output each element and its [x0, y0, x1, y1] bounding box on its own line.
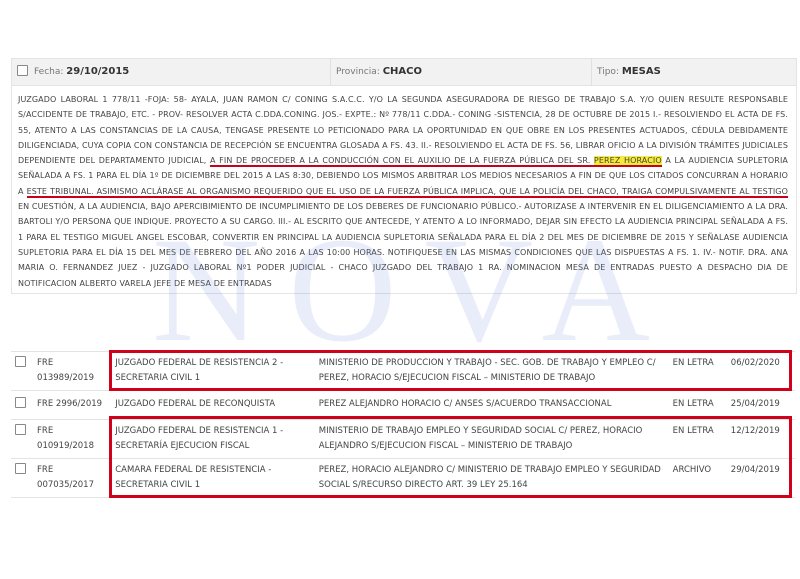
case-number: FRE 2996/2019	[33, 390, 112, 420]
case-title: MINISTERIO DE TRABAJO EMPLEO Y SEGURIDAD…	[314, 419, 669, 459]
case-status: EN LETRA	[668, 351, 727, 391]
case-number: FRE 013989/2019	[33, 351, 112, 391]
row-checkbox[interactable]	[15, 463, 26, 474]
case-status: EN LETRA	[668, 419, 727, 459]
row-checkbox[interactable]	[15, 424, 26, 435]
case-date: 12/12/2019	[726, 419, 795, 459]
notice-checkbox[interactable]	[17, 65, 28, 76]
court-notice-card: Fecha: 29/10/2015 Provincia: CHACO Tipo:…	[11, 58, 797, 294]
table-row[interactable]: FRE 010919/2018 JUZGADO FEDERAL DE RESIST…	[11, 419, 795, 459]
case-status: ARCHIVO	[668, 458, 727, 498]
underline-annotation-1: A FIN DE PROCEDER A LA CONDUCCIÓN CON EL…	[210, 156, 662, 168]
case-title: MINISTERIO DE PRODUCCION Y TRABAJO - SEC…	[314, 351, 669, 391]
province-value: CHACO	[382, 66, 422, 77]
type-field: Tipo: MESAS	[597, 66, 661, 77]
court-name: JUZGADO FEDERAL DE RESISTENCIA 1 - SECRET…	[111, 419, 315, 459]
row-checkbox[interactable]	[15, 397, 26, 408]
date-field: Fecha: 29/10/2015	[34, 66, 130, 77]
case-status: EN LETRA	[668, 390, 727, 420]
court-name: JUZGADO FEDERAL DE RECONQUISTA	[111, 390, 315, 420]
case-number: FRE 010919/2018	[33, 419, 112, 459]
row-checkbox[interactable]	[15, 356, 26, 367]
case-title: PEREZ, HORACIO ALEJANDRO C/ MINISTERIO D…	[314, 458, 669, 498]
case-date: 25/04/2019	[726, 390, 795, 420]
case-number: FRE 007035/2017	[33, 458, 112, 498]
province-field: Provincia: CHACO	[336, 66, 422, 77]
date-value: 29/10/2015	[66, 66, 130, 77]
table-row[interactable]: FRE 2996/2019 JUZGADO FEDERAL DE RECONQU…	[11, 390, 795, 420]
case-title: PEREZ ALEJANDRO HORACIO C/ ANSES S/ACUER…	[314, 390, 669, 420]
type-value: MESAS	[621, 66, 661, 77]
notice-text: JUZGADO LABORAL 1 778/11 -FOJA: 58- AYAL…	[18, 95, 788, 288]
table-row[interactable]: FRE 013989/2019 JUZGADO FEDERAL DE RESIST…	[11, 351, 795, 391]
highlighted-name: PEREZ HORACIO	[593, 156, 662, 166]
case-date: 06/02/2020	[726, 351, 795, 391]
notice-header: Fecha: 29/10/2015 Provincia: CHACO Tipo:…	[12, 59, 796, 86]
table-row[interactable]: FRE 007035/2017 CAMARA FEDERAL DE RESISTE…	[11, 458, 795, 498]
court-name: JUZGADO FEDERAL DE RESISTENCIA 2 - SECRET…	[111, 351, 315, 391]
case-results-table: FRE 013989/2019 JUZGADO FEDERAL DE RESIST…	[11, 351, 795, 498]
underline-annotation-2: ESTE TRIBUNAL. ASIMISMO ACLÁRASE AL ORGA…	[26, 186, 788, 198]
case-date: 29/04/2019	[726, 458, 795, 498]
court-name: CAMARA FEDERAL DE RESISTENCIA - SECRETARI…	[111, 458, 315, 498]
